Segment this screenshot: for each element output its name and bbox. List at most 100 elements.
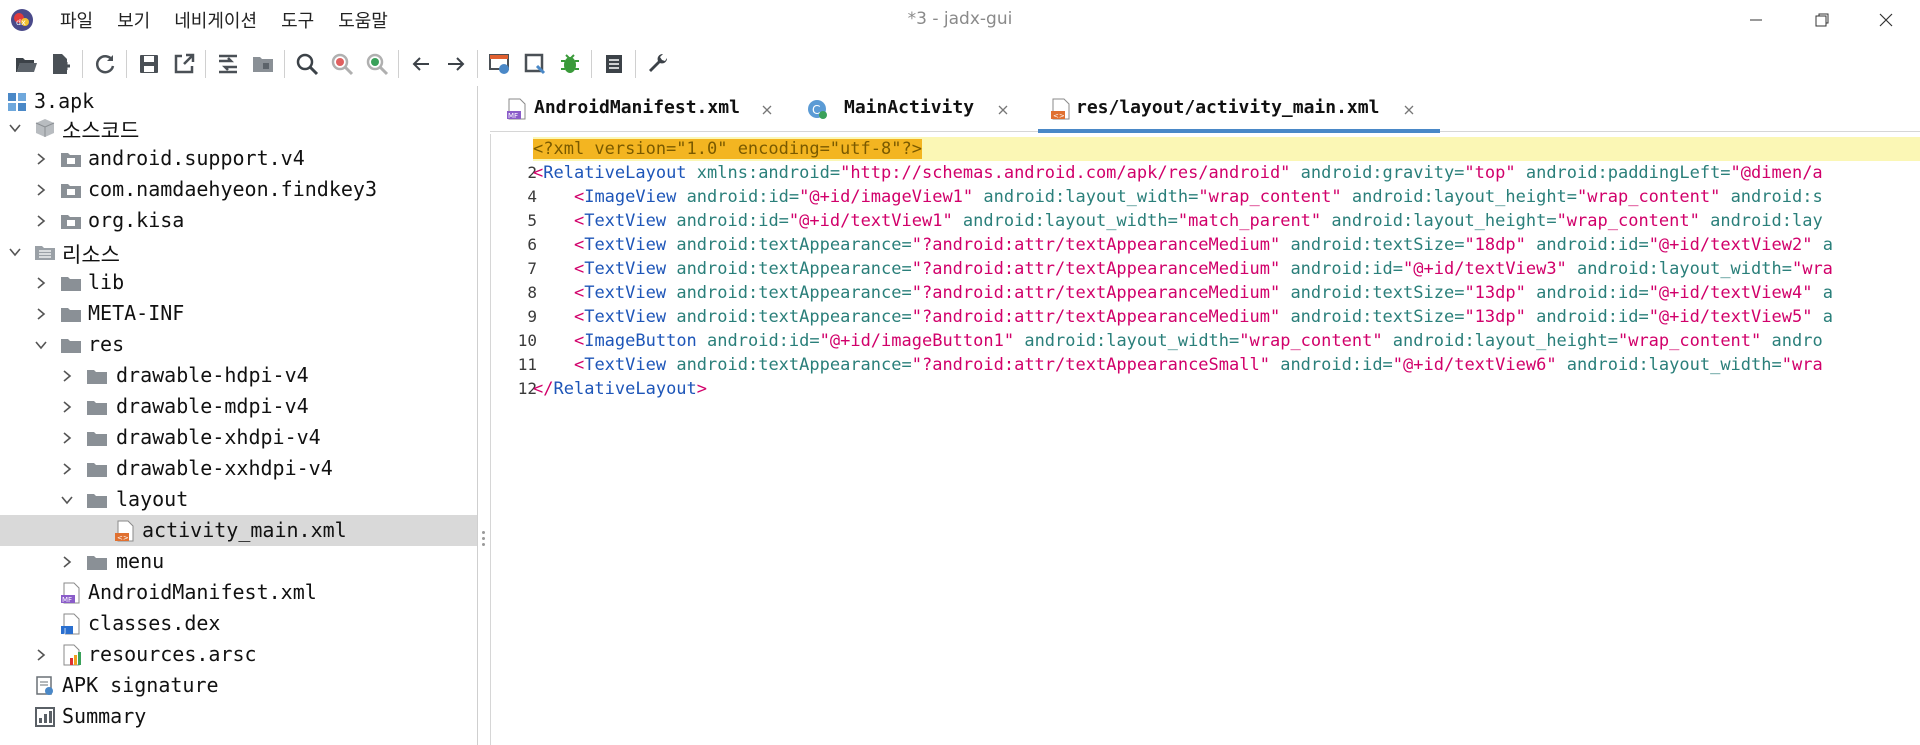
- splitter-handle[interactable]: [480, 86, 488, 745]
- tab-android-manifest[interactable]: MF AndroidManifest.xml: [490, 86, 786, 132]
- menu-help[interactable]: 도움말: [338, 7, 388, 33]
- code-token: android:textSize=: [1280, 283, 1465, 303]
- chevron-right-icon[interactable]: [34, 648, 48, 662]
- tree-item[interactable]: android.support.v4: [0, 143, 477, 174]
- chevron-right-icon[interactable]: [60, 369, 74, 383]
- tree-item[interactable]: lib: [0, 267, 477, 298]
- code-token: <: [573, 259, 585, 279]
- menu-file[interactable]: 파일: [60, 7, 93, 33]
- tree-item[interactable]: drawable-mdpi-v4: [0, 391, 477, 422]
- minimize-button[interactable]: [1726, 0, 1786, 40]
- menu-navigation[interactable]: 네비게이션: [174, 7, 257, 33]
- sync-icon: [218, 54, 237, 74]
- text-search-button[interactable]: [291, 48, 322, 80]
- forward-button[interactable]: [440, 48, 471, 80]
- chevron-down-icon[interactable]: [60, 493, 74, 507]
- code-line: <ImageView android:id="@+id/imageView1" …: [533, 185, 1823, 209]
- log-viewer-button[interactable]: [598, 48, 629, 80]
- code-token: a: [1812, 307, 1833, 327]
- tree-item[interactable]: org.kisa: [0, 205, 477, 236]
- restore-icon: [1815, 13, 1829, 27]
- chevron-down-icon[interactable]: [8, 245, 22, 259]
- tree-item[interactable]: 소스코드: [0, 112, 477, 143]
- chevron-right-icon[interactable]: [34, 152, 48, 166]
- tree-item-label: drawable-xhdpi-v4: [116, 425, 321, 449]
- usage-search-button[interactable]: [361, 48, 392, 80]
- menu-tools[interactable]: 도구: [281, 7, 314, 33]
- code-line: <TextView android:textAppearance="?andro…: [533, 353, 1823, 377]
- chevron-right-icon[interactable]: [34, 214, 48, 228]
- folder-icon: [61, 277, 81, 291]
- chevron-right-icon[interactable]: [34, 183, 48, 197]
- open-button[interactable]: [10, 48, 41, 80]
- sync-button[interactable]: [212, 48, 243, 80]
- line-number: 5: [527, 211, 537, 230]
- flatten-packages-button[interactable]: [247, 48, 278, 80]
- tree-item[interactable]: res: [0, 329, 477, 360]
- code-token: "@+id/imageButton1": [819, 331, 1015, 351]
- code-token: "http://schemas.android.com/apk/res/andr…: [840, 163, 1291, 183]
- save-button[interactable]: [133, 48, 164, 80]
- tree-item[interactable]: MF AndroidManifest.xml: [0, 577, 477, 608]
- chevron-down-icon[interactable]: [34, 338, 48, 352]
- tree-item[interactable]: <> activity_main.xml: [0, 515, 477, 546]
- tree-item-label: android.support.v4: [88, 146, 305, 170]
- close-tab-icon[interactable]: [1402, 103, 1416, 117]
- code-token: android:textSize=: [1280, 235, 1465, 255]
- close-window-button[interactable]: [1856, 0, 1916, 40]
- tree-item[interactable]: com.namdaehyeon.findkey3: [0, 174, 477, 205]
- export-button[interactable]: [168, 48, 199, 80]
- code-area[interactable]: <?xml version="1.0" encoding="utf-8"?> <R…: [533, 134, 1920, 745]
- wrench-icon: [648, 53, 667, 72]
- menu-view[interactable]: 보기: [117, 7, 150, 33]
- code-editor[interactable]: 2 4 5 6 7 8 9 10 11 12 <?xml version="1.0" encodi…: [490, 134, 1920, 745]
- tab-main-activity[interactable]: C MainActivity: [786, 86, 1026, 132]
- chevron-right-icon[interactable]: [60, 462, 74, 476]
- code-token: android:textAppearance=: [666, 355, 912, 375]
- class-search-button[interactable]: [326, 48, 357, 80]
- tab-activity-main-xml[interactable]: <> res/layout/activity_main.xml: [1038, 86, 1440, 133]
- chevron-right-icon[interactable]: [34, 276, 48, 290]
- tree-item[interactable]: META-INF: [0, 298, 477, 329]
- close-icon: [1879, 13, 1893, 27]
- close-tab-icon[interactable]: [996, 103, 1010, 117]
- code-token: <: [573, 235, 585, 255]
- line-number: 10: [517, 331, 537, 350]
- tree-item[interactable]: drawable-xhdpi-v4: [0, 422, 477, 453]
- back-button[interactable]: [405, 48, 436, 80]
- tree-item[interactable]: drawable-hdpi-v4: [0, 360, 477, 391]
- debug-button[interactable]: [554, 48, 585, 80]
- restore-button[interactable]: [1792, 0, 1852, 40]
- chevron-right-icon[interactable]: [60, 400, 74, 414]
- tree-item[interactable]: 리소스: [0, 236, 477, 267]
- tree-item-label: org.kisa: [88, 208, 185, 232]
- chevron-right-icon[interactable]: [60, 555, 74, 569]
- decompile-all-button[interactable]: [484, 48, 515, 80]
- code-token: xmlns:android=: [686, 163, 841, 183]
- tree-item[interactable]: menu: [0, 546, 477, 577]
- export-icon: [174, 53, 194, 74]
- tree-item-label: drawable-hdpi-v4: [116, 363, 309, 387]
- tree-item[interactable]: resources.arsc: [0, 639, 477, 670]
- tree-item[interactable]: layout: [0, 484, 477, 515]
- quark-button[interactable]: [519, 48, 550, 80]
- tree-item[interactable]: Jclasses.dex: [0, 608, 477, 639]
- tree-item[interactable]: Summary: [0, 701, 477, 732]
- chevron-down-icon[interactable]: [8, 121, 22, 135]
- tree-item[interactable]: drawable-xxhdpi-v4: [0, 453, 477, 484]
- chevron-right-icon[interactable]: [60, 431, 74, 445]
- toolbar-separator: [635, 50, 636, 78]
- chevron-right-icon[interactable]: [34, 307, 48, 321]
- reload-button[interactable]: [89, 48, 120, 80]
- editor-tabs: MF AndroidManifest.xml C MainActivity <>…: [490, 86, 1920, 133]
- close-tab-icon[interactable]: [760, 103, 774, 117]
- tree-item-label: layout: [116, 487, 189, 511]
- preferences-button[interactable]: [642, 48, 673, 80]
- tree-item[interactable]: APK signature: [0, 670, 477, 701]
- code-token: android:layout_height=: [1321, 211, 1557, 231]
- add-files-button[interactable]: [45, 48, 76, 80]
- refresh-icon: [95, 55, 114, 74]
- code-token: "wrap_content": [1239, 331, 1383, 351]
